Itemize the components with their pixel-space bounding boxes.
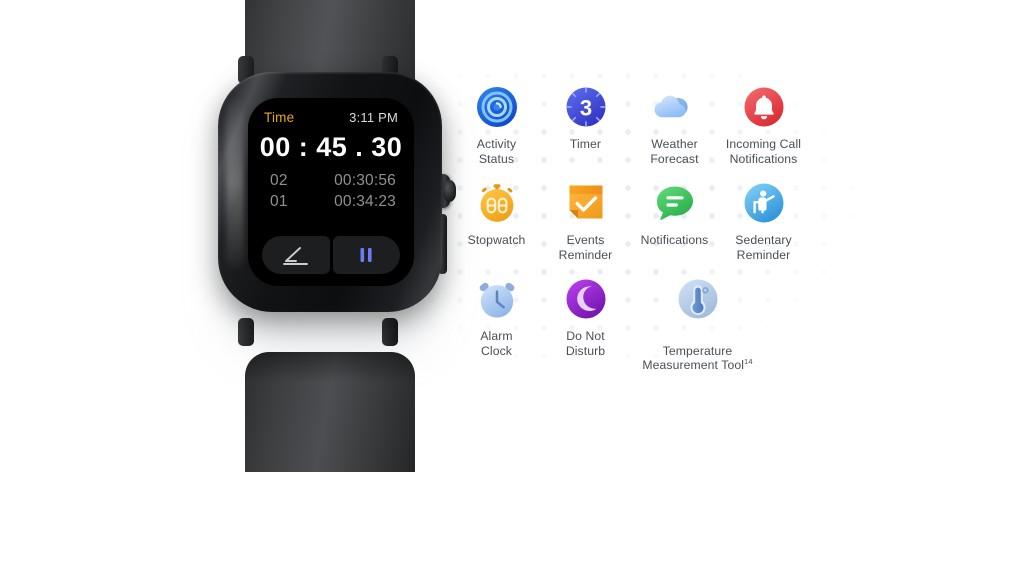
watch-lug-bottom-left (238, 318, 254, 346)
notifications-icon (652, 180, 698, 226)
feature-item-stopwatch[interactable]: Stopwatch (452, 180, 541, 276)
activity-status-icon (474, 84, 520, 130)
lap-row: 01 00:34:23 (270, 191, 398, 212)
lap-time: 00:34:23 (334, 193, 396, 210)
watch-band-bottom (245, 352, 415, 472)
feature-item-notifications[interactable]: Notifications (630, 180, 719, 276)
lap-list: 02 00:30:56 01 00:34:23 (270, 170, 398, 212)
feature-item-alarm-clock[interactable]: Alarm Clock (452, 276, 541, 372)
weather-forecast-icon (652, 84, 698, 130)
feature-label: Weather Forecast (650, 137, 699, 166)
watch-case-highlight (226, 98, 244, 268)
clock-time: 3:11 PM (349, 109, 398, 125)
feature-item-incoming-call[interactable]: Incoming Call Notifications (719, 84, 808, 180)
stopwatch-title: Time (264, 109, 295, 125)
watch-screen[interactable]: Time 3:11 PM 00 : 45 . 30 02 00:30:56 01… (248, 98, 414, 286)
feature-item-temperature-tool[interactable]: Temperature Measurement Tool14 (630, 276, 765, 372)
feature-label: Stopwatch (467, 233, 526, 247)
lap-edit-button[interactable] (262, 236, 330, 274)
feature-item-activity-status[interactable]: Activity Status (452, 84, 541, 180)
feature-icon-grid: Activity Status 3 Timer Weather Forecast… (452, 84, 862, 372)
feature-label: Sedentary Reminder (735, 233, 792, 262)
pause-button[interactable] (332, 236, 400, 274)
stopwatch-controls (262, 236, 400, 274)
watch-lug-bottom-right (382, 318, 398, 346)
temperature-tool-icon (675, 276, 721, 322)
feature-row: Activity Status 3 Timer Weather Forecast… (452, 84, 862, 180)
watch-case: Time 3:11 PM 00 : 45 . 30 02 00:30:56 01… (218, 72, 442, 312)
elapsed-time-display: 00 : 45 . 30 (259, 132, 403, 162)
events-reminder-icon (563, 180, 609, 226)
lap-time: 00:30:56 (334, 172, 396, 189)
feature-item-events-reminder[interactable]: Events Reminder (541, 180, 630, 276)
lap-row: 02 00:30:56 (270, 170, 398, 191)
feature-label: Notifications (640, 233, 709, 247)
feature-item-do-not-disturb[interactable]: Do Not Disturb (541, 276, 630, 372)
feature-label: Events Reminder (558, 233, 613, 262)
watch-status-bar: Time 3:11 PM (248, 108, 414, 126)
incoming-call-icon (741, 84, 787, 130)
feature-label: Alarm Clock (480, 329, 513, 358)
lap-index: 02 (270, 172, 288, 189)
sedentary-reminder-icon (741, 180, 787, 226)
pause-icon (357, 246, 375, 264)
smartwatch-product-image: Time 3:11 PM 00 : 45 . 30 02 00:30:56 01… (196, 0, 462, 472)
feature-item-timer[interactable]: 3 Timer (541, 84, 630, 180)
feature-item-sedentary-reminder[interactable]: Sedentary Reminder (719, 180, 808, 276)
timer-badge-text: 3 (579, 96, 591, 121)
feature-item-weather-forecast[interactable]: Weather Forecast (630, 84, 719, 180)
do-not-disturb-icon (563, 276, 609, 322)
feature-row: Alarm Clock Do Not Disturb Temperature M… (452, 276, 862, 372)
timer-icon: 3 (563, 84, 609, 130)
alarm-clock-icon (474, 276, 520, 322)
lap-index: 01 (270, 193, 288, 210)
feature-label-text: Temperature Measurement Tool (642, 343, 745, 373)
footnote-marker: 14 (744, 356, 753, 366)
pencil-icon (282, 245, 309, 265)
feature-row: Stopwatch Events Reminder Notifications … (452, 180, 862, 276)
feature-label: Activity Status (476, 137, 517, 166)
stopwatch-icon (474, 180, 520, 226)
feature-label: Incoming Call Notifications (725, 137, 802, 166)
feature-label: Timer (569, 137, 602, 151)
feature-label: Temperature Measurement Tool14 (642, 329, 752, 373)
page-canvas: Time 3:11 PM 00 : 45 . 30 02 00:30:56 01… (0, 0, 1024, 572)
feature-label: Do Not Disturb (565, 329, 606, 358)
